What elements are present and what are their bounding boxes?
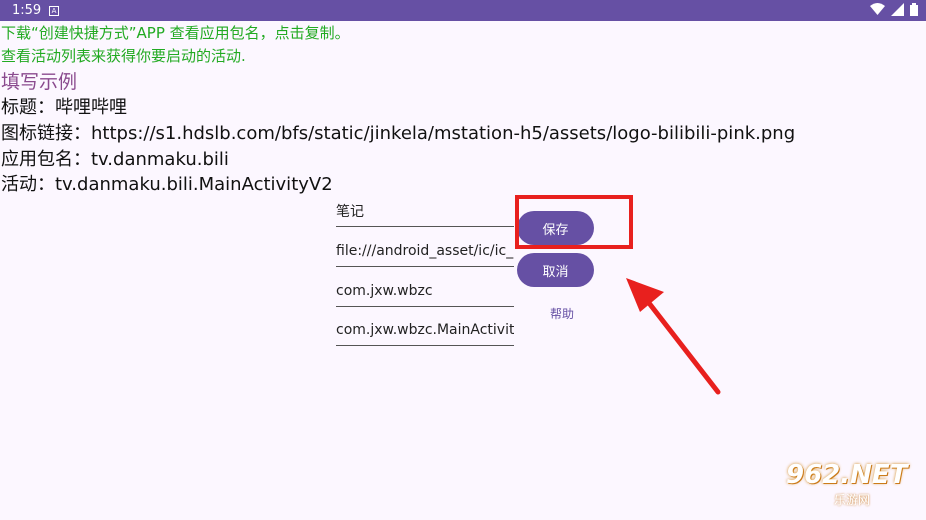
watermark-logo: 962.NET bbox=[786, 460, 908, 490]
instruction-line-2: 查看活动列表来获得你要启动的活动. bbox=[1, 47, 246, 65]
watermark-subtitle: 乐游网 bbox=[834, 493, 871, 507]
status-time: 1:59 bbox=[12, 3, 42, 18]
status-bar: 1:59 A bbox=[0, 0, 926, 21]
example-icon-line: 图标链接：https://s1.hdslb.com/bfs/static/jin… bbox=[1, 123, 796, 144]
activity-input[interactable] bbox=[336, 315, 514, 346]
icon-url-input[interactable] bbox=[336, 236, 514, 267]
cancel-button[interactable]: 取消 bbox=[517, 253, 594, 287]
instruction-line-1: 下载“创建快捷方式”APP 查看应用包名，点击复制。 bbox=[1, 24, 350, 42]
signal-icon bbox=[891, 3, 904, 16]
battery-icon bbox=[910, 3, 918, 16]
pointer-arrow-icon bbox=[626, 278, 721, 395]
example-heading: 填写示例 bbox=[1, 71, 78, 93]
package-name-input[interactable] bbox=[336, 276, 514, 307]
a-box-icon: A bbox=[49, 6, 59, 16]
wifi-icon bbox=[870, 3, 885, 15]
example-package-line: 应用包名：tv.danmaku.bili bbox=[1, 149, 229, 170]
example-title-line: 标题：哔哩哔哩 bbox=[1, 97, 127, 118]
highlight-box bbox=[515, 195, 633, 249]
status-icons bbox=[870, 3, 918, 16]
watermark: 962.NET 乐游网 bbox=[782, 460, 920, 512]
title-input[interactable] bbox=[336, 196, 514, 227]
example-activity-line: 活动：tv.danmaku.bili.MainActivityV2 bbox=[1, 174, 333, 195]
help-link[interactable]: 帮助 bbox=[550, 305, 574, 322]
